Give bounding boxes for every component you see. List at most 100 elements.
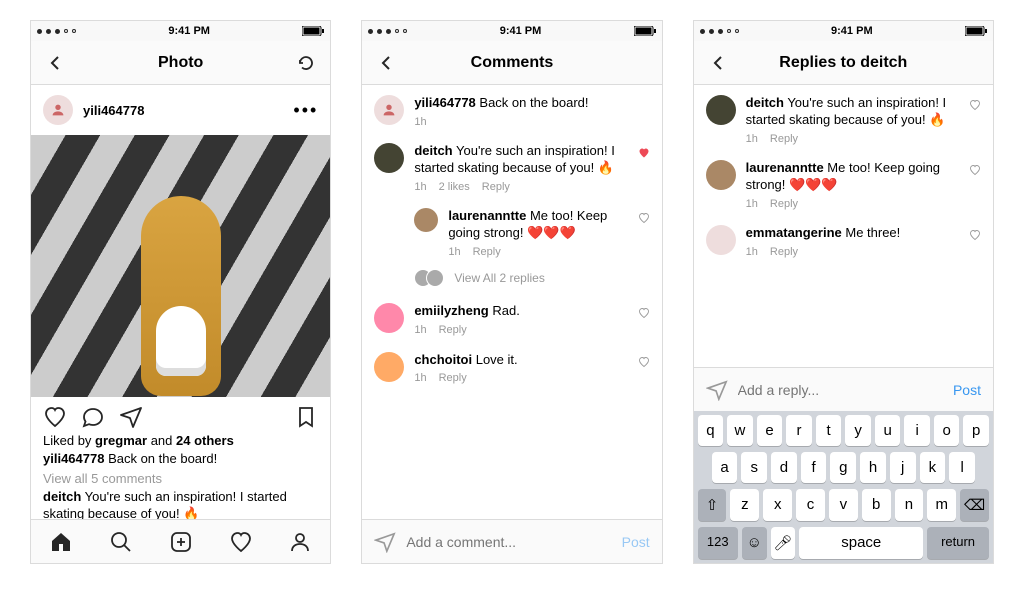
post-button[interactable]: Post xyxy=(953,382,981,398)
like-button[interactable] xyxy=(969,164,981,176)
like-button[interactable] xyxy=(638,307,650,319)
avatar[interactable] xyxy=(374,303,404,333)
comment-user[interactable]: yili464778 xyxy=(414,95,475,110)
back-button[interactable] xyxy=(43,51,67,75)
likes-text[interactable]: Liked by gregmar and 24 others xyxy=(31,433,330,448)
key-m[interactable]: m xyxy=(927,489,956,521)
comment-user[interactable]: laurenanntte xyxy=(448,208,526,223)
key-n[interactable]: n xyxy=(895,489,924,521)
comment-row: yili464778 Back on the board! 1h xyxy=(362,85,661,133)
key-d[interactable]: d xyxy=(771,452,797,483)
like-button[interactable] xyxy=(638,356,650,368)
comment-user[interactable]: chchoitoi xyxy=(414,352,472,367)
send-icon[interactable] xyxy=(706,379,728,401)
key-a[interactable]: a xyxy=(712,452,738,483)
avatar[interactable] xyxy=(706,95,736,125)
like-icon[interactable] xyxy=(43,405,67,429)
home-tab[interactable] xyxy=(49,530,73,554)
send-icon[interactable] xyxy=(374,531,396,553)
avatar[interactable] xyxy=(374,143,404,173)
key-f[interactable]: f xyxy=(801,452,827,483)
key-e[interactable]: e xyxy=(757,415,783,446)
post-button[interactable]: Post xyxy=(622,534,650,550)
like-button[interactable] xyxy=(969,99,981,111)
like-button[interactable] xyxy=(638,212,650,224)
reply-button[interactable]: Reply xyxy=(439,371,467,385)
reply-button[interactable]: Reply xyxy=(770,132,798,146)
key-y[interactable]: y xyxy=(845,415,871,446)
reply-button[interactable]: Reply xyxy=(770,197,798,211)
comment-user[interactable]: laurenanntte xyxy=(746,160,824,175)
nav-bar: Replies to deitch xyxy=(694,41,993,85)
key-k[interactable]: k xyxy=(920,452,946,483)
comment-user[interactable]: emiilyzheng xyxy=(414,303,488,318)
nav-bar: Photo xyxy=(31,41,330,85)
activity-tab[interactable] xyxy=(229,530,253,554)
comment-icon[interactable] xyxy=(81,405,105,429)
comment-row: laurenanntte Me too! Keep going strong! … xyxy=(694,150,993,215)
key-b[interactable]: b xyxy=(862,489,891,521)
key-q[interactable]: q xyxy=(698,415,724,446)
key-emoji[interactable]: ☺ xyxy=(742,527,767,559)
more-button[interactable]: ••• xyxy=(293,100,318,121)
reply-button[interactable]: Reply xyxy=(439,323,467,337)
key-i[interactable]: i xyxy=(904,415,930,446)
view-replies-button[interactable]: View All 2 replies xyxy=(362,263,661,293)
reply-input[interactable] xyxy=(738,382,943,398)
reply-input-bar: Post xyxy=(694,367,993,411)
likes-count[interactable]: 2 likes xyxy=(439,180,470,194)
key-h[interactable]: h xyxy=(860,452,886,483)
avatar[interactable] xyxy=(706,225,736,255)
key-j[interactable]: j xyxy=(890,452,916,483)
reply-button[interactable]: Reply xyxy=(473,245,501,259)
replies-list[interactable]: deitch You're such an inspiration! I sta… xyxy=(694,85,993,367)
comment-input[interactable] xyxy=(406,534,611,550)
key-o[interactable]: o xyxy=(934,415,960,446)
comment-user[interactable]: deitch xyxy=(414,143,452,158)
key-return[interactable]: return xyxy=(927,527,989,559)
share-icon[interactable] xyxy=(119,405,143,429)
comment-row: deitch You're such an inspiration! I sta… xyxy=(362,133,661,198)
tab-bar xyxy=(31,519,330,563)
back-button[interactable] xyxy=(706,51,730,75)
bookmark-icon[interactable] xyxy=(294,405,318,429)
key-123[interactable]: 123 xyxy=(698,527,738,559)
post-image[interactable] xyxy=(31,135,330,397)
key-u[interactable]: u xyxy=(875,415,901,446)
comment-user[interactable]: deitch xyxy=(746,95,784,110)
key-mic[interactable]: 🎤︎ xyxy=(771,527,796,559)
like-button[interactable] xyxy=(638,147,650,159)
key-g[interactable]: g xyxy=(830,452,856,483)
add-tab[interactable] xyxy=(169,530,193,554)
key-w[interactable]: w xyxy=(727,415,753,446)
avatar[interactable] xyxy=(374,95,404,125)
avatar[interactable] xyxy=(414,208,438,232)
key-v[interactable]: v xyxy=(829,489,858,521)
view-all-comments[interactable]: View all 5 comments xyxy=(31,471,330,486)
avatar[interactable] xyxy=(374,352,404,382)
avatar[interactable] xyxy=(706,160,736,190)
post-author[interactable]: yili464778 xyxy=(43,95,144,125)
key-backspace[interactable]: ⌫ xyxy=(960,489,989,521)
reply-button[interactable]: Reply xyxy=(482,180,510,194)
refresh-button[interactable] xyxy=(294,51,318,75)
key-l[interactable]: l xyxy=(949,452,975,483)
key-c[interactable]: c xyxy=(796,489,825,521)
like-button[interactable] xyxy=(969,229,981,241)
key-space[interactable]: space xyxy=(799,527,923,559)
key-z[interactable]: z xyxy=(730,489,759,521)
comment-user[interactable]: emmatangerine xyxy=(746,225,842,240)
back-button[interactable] xyxy=(374,51,398,75)
search-tab[interactable] xyxy=(109,530,133,554)
comment-row: emiilyzheng Rad. 1hReply xyxy=(362,293,661,341)
comments-list[interactable]: yili464778 Back on the board! 1h deitch … xyxy=(362,85,661,519)
key-x[interactable]: x xyxy=(763,489,792,521)
key-t[interactable]: t xyxy=(816,415,842,446)
key-p[interactable]: p xyxy=(963,415,989,446)
reply-button[interactable]: Reply xyxy=(770,245,798,259)
key-shift[interactable]: ⇧ xyxy=(698,489,727,521)
profile-tab[interactable] xyxy=(288,530,312,554)
key-s[interactable]: s xyxy=(741,452,767,483)
status-bar: 9:41 PM xyxy=(31,21,330,41)
key-r[interactable]: r xyxy=(786,415,812,446)
